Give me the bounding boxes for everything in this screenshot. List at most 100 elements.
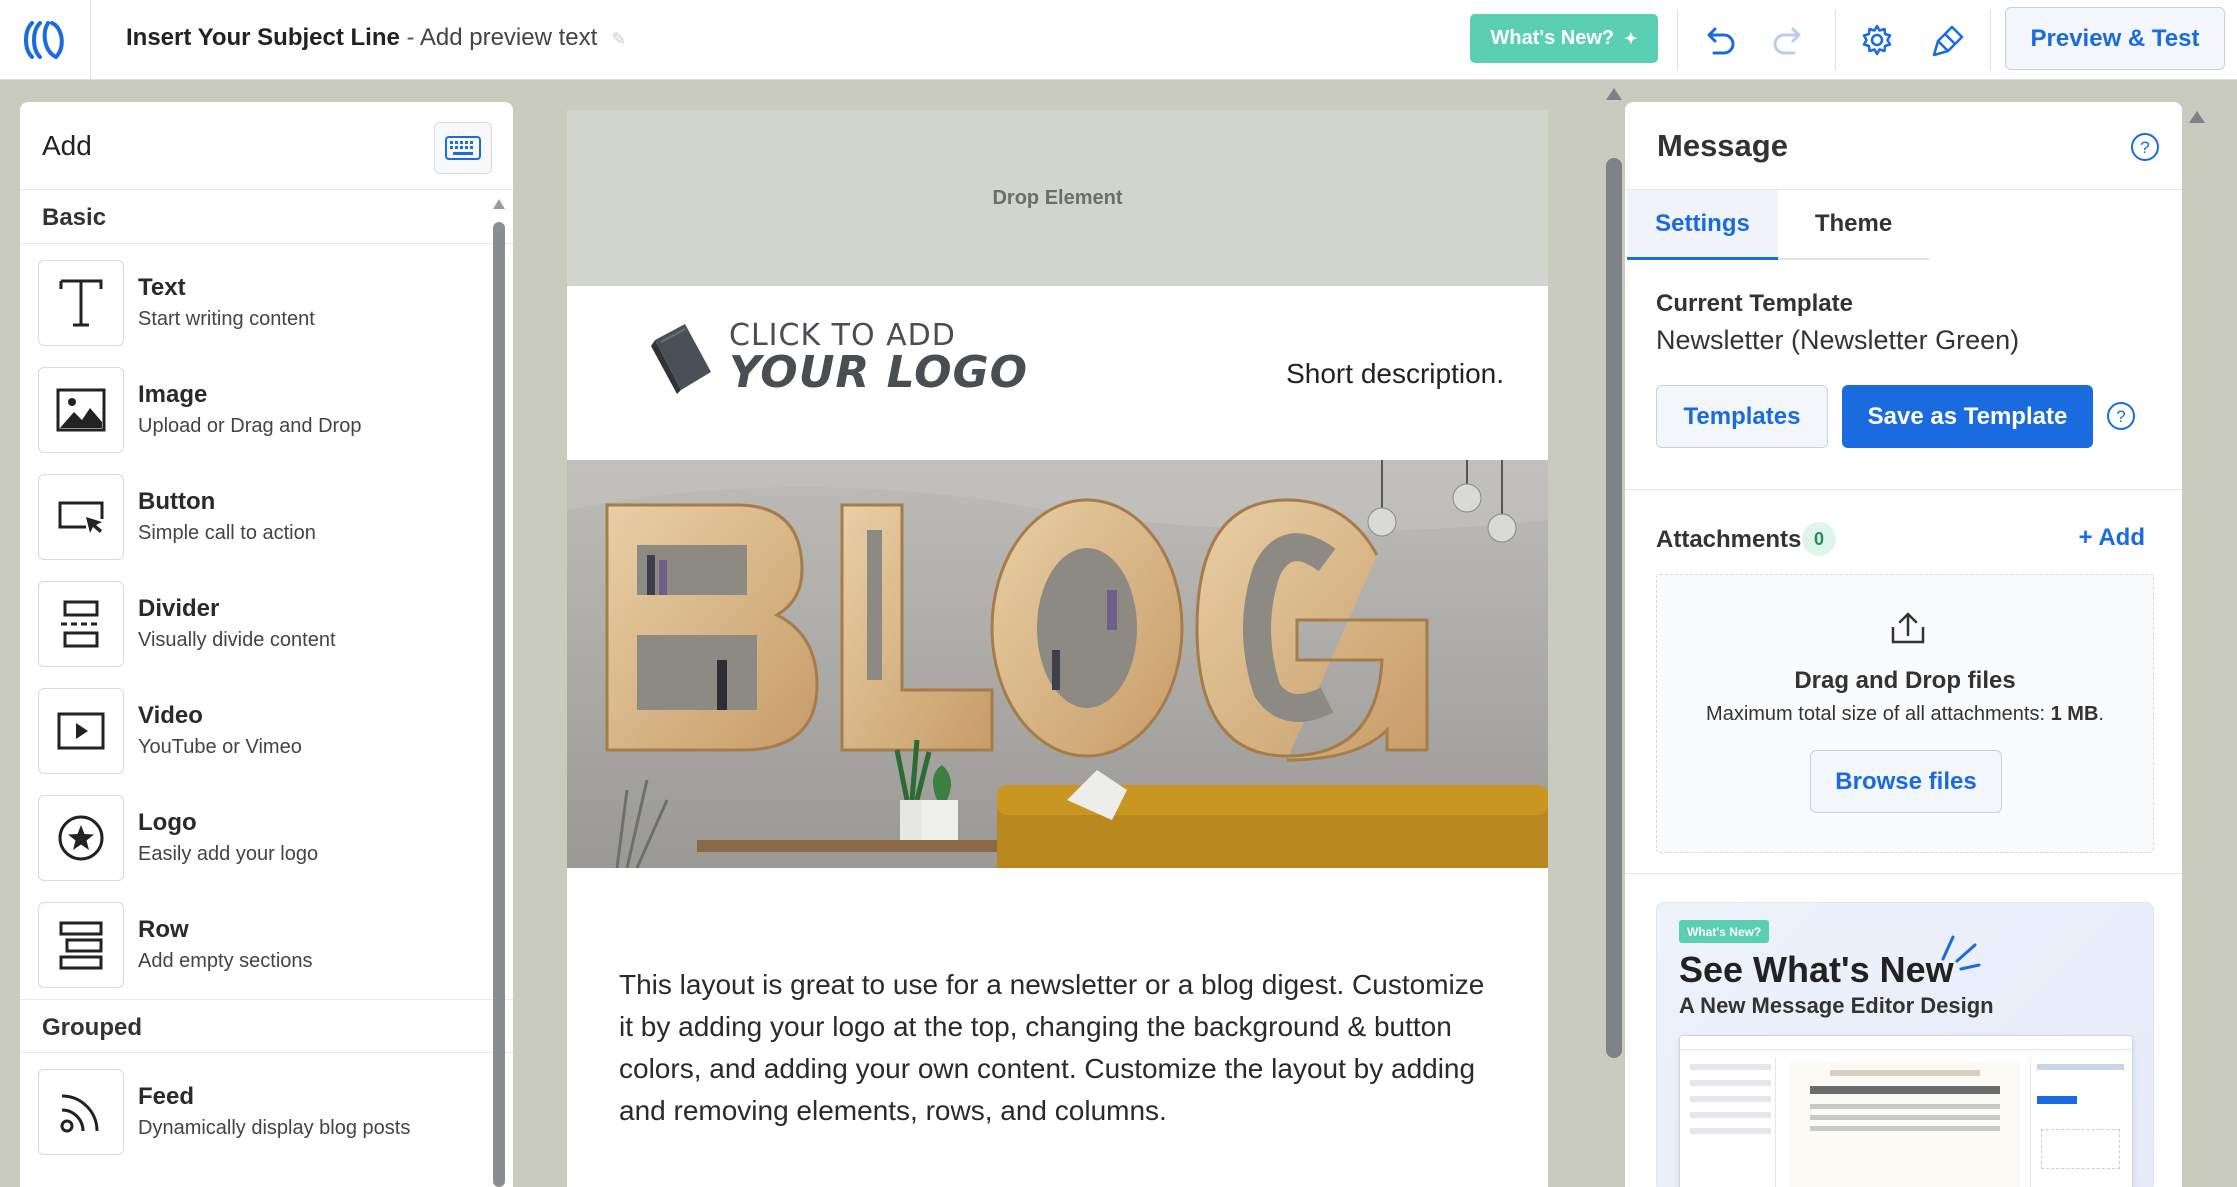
grouped-section-title: Grouped [20,999,513,1053]
element-feed[interactable]: Feed Dynamically display blog posts [20,1053,513,1160]
element-name: Image [138,381,208,408]
add-panel-header: Add [20,102,513,190]
whats-new-promo-card[interactable]: What's New? See What's New A New Message… [1656,902,2154,1187]
element-row[interactable]: Row Add empty sections [20,886,513,993]
add-elements-panel: Add Basic Text Start writing content Ima… [20,102,513,1187]
element-name: Logo [138,809,197,836]
element-image[interactable]: Image Upload or Drag and Drop [20,351,513,458]
drop-element-zone[interactable]: Drop Element [567,110,1548,286]
element-button[interactable]: Button Simple call to action [20,458,513,565]
help-circle-icon[interactable]: ? [2106,401,2136,436]
short-description[interactable]: Short description. [1286,358,1504,390]
tab-theme[interactable]: Theme [1778,190,1929,260]
brand-logo[interactable] [0,0,91,80]
logo-icon [38,795,124,881]
element-desc: Dynamically display blog posts [138,1117,411,1139]
templates-button[interactable]: Templates [1656,385,1828,448]
element-desc: YouTube or Vimeo [138,736,302,758]
element-name: Divider [138,595,220,622]
element-text[interactable]: Text Start writing content [20,244,513,351]
template-settings: Current Template Newsletter (Newsletter … [1625,260,2182,490]
logo-line-2: YOUR LOGO [729,347,1029,398]
divider-icon [38,581,124,667]
logo-placeholder[interactable]: CLICK TO ADD YOUR LOGO [647,318,1028,398]
element-divider[interactable]: Divider Visually divide content [20,565,513,672]
left-panel-scrollbar[interactable] [493,222,505,1187]
max-size-label: Maximum total size of all attachments: [1706,703,2046,725]
element-name: Button [138,488,216,515]
settings-gear-icon[interactable] [1855,18,1899,62]
promo-subtitle: A New Message Editor Design [1679,993,1994,1018]
edit-pencil-icon[interactable]: ✎ [611,29,626,49]
keyboard-icon [445,136,481,160]
drop-element-label: Drop Element [992,186,1123,209]
svg-text:?: ? [2140,138,2149,157]
promo-title: See What's New [1679,949,1954,990]
toolbar-divider [1835,10,1836,70]
canvas-scroll-up-icon[interactable] [1606,88,1622,100]
attachments-label: Attachments [1656,526,1802,553]
help-circle-icon[interactable]: ? [2130,132,2160,167]
image-icon [38,367,124,453]
add-panel-title: Add [42,130,92,161]
add-attachment-link[interactable]: + Add [2079,524,2145,552]
attachment-dropzone[interactable]: Drag and Drop files Maximum total size o… [1656,574,2154,853]
sparkle-icon [1941,935,1981,971]
promo-screenshot-thumbnail [1679,1035,2133,1187]
row-icon [38,902,124,988]
toolbar-divider [1990,10,1991,70]
attachments-section: Attachments 0 + Add Drag and Drop files … [1625,490,2182,874]
message-panel: Message ? Settings Theme Current Templat… [1625,102,2182,1187]
preview-test-button[interactable]: Preview & Test [2005,7,2225,70]
feed-icon [38,1069,124,1155]
email-body-text[interactable]: This layout is great to use for a newsle… [567,868,1548,1132]
element-name: Feed [138,1083,195,1110]
book-icon [651,324,711,394]
blog-shelves-illustration [567,460,1548,868]
hero-image[interactable] [567,460,1548,868]
current-template-label: Current Template [1656,290,1853,317]
toolbar-divider [1677,10,1678,70]
party-icon: ✦ [1624,30,1638,48]
right-panel-scroll-up-icon[interactable] [2189,111,2205,123]
element-desc: Start writing content [138,308,315,330]
promo-badge: What's New? [1679,920,1770,943]
paint-brush-icon[interactable] [1927,18,1971,62]
subject-separator: - [399,24,420,51]
element-name: Video [138,702,203,729]
message-tabs: Settings Theme [1625,190,2182,260]
whats-new-button[interactable]: What's New? ✦ [1470,14,1658,63]
email-header-row[interactable]: CLICK TO ADD YOUR LOGO Short description… [567,286,1548,460]
top-bar: Insert Your Subject Line - Add preview t… [0,0,2237,80]
element-desc: Simple call to action [138,522,316,544]
element-desc: Visually divide content [138,629,336,651]
whats-new-label: What's New? [1490,27,1615,49]
element-name: Text [138,274,186,301]
canvas-scrollbar[interactable] [1606,158,1622,1058]
element-desc: Add empty sections [138,950,313,972]
tab-settings[interactable]: Settings [1627,190,1778,260]
message-panel-header: Message ? [1625,102,2182,190]
video-icon [38,688,124,774]
button-icon [38,474,124,560]
subject-line[interactable]: Insert Your Subject Line [126,24,400,51]
message-title: Message [1657,128,1788,163]
preview-text[interactable]: Add preview text [420,24,597,51]
subject-line-editor[interactable]: Insert Your Subject Line - Add preview t… [126,24,626,52]
element-name: Row [138,916,189,943]
max-size-period: . [2098,703,2104,725]
element-desc: Upload or Drag and Drop [138,415,362,437]
element-logo[interactable]: Logo Easily add your logo [20,779,513,886]
max-size-text: Maximum total size of all attachments: 1… [1657,703,2153,726]
scroll-up-arrow-icon[interactable] [493,199,505,209]
upload-icon [1890,611,1926,650]
brand-icon [24,21,64,59]
save-as-template-button[interactable]: Save as Template [1842,385,2093,448]
keyboard-shortcuts-button[interactable] [434,122,492,174]
current-template-value: Newsletter (Newsletter Green) [1656,325,2020,355]
undo-icon[interactable] [1697,18,1741,62]
element-video[interactable]: Video YouTube or Vimeo [20,672,513,779]
redo-icon[interactable] [1767,18,1811,62]
browse-files-button[interactable]: Browse files [1810,750,2002,813]
element-desc: Easily add your logo [138,843,319,865]
